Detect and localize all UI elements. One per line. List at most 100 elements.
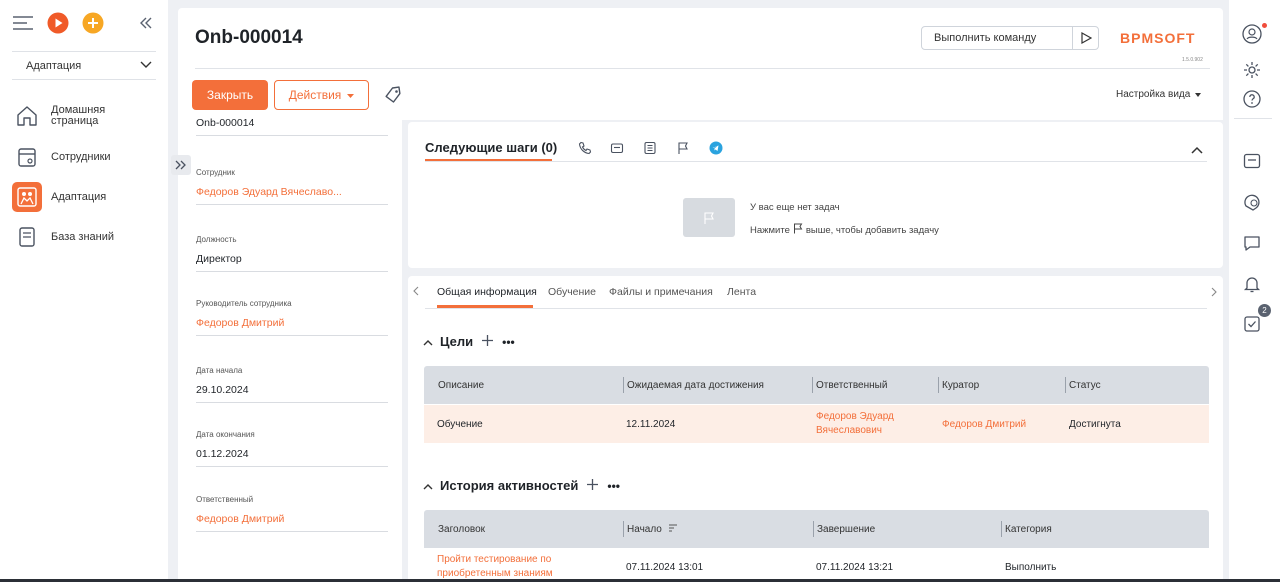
sidebar-item-label: База знаний	[51, 230, 115, 243]
activity-title-link[interactable]: Пройти тестирование по приобретенным зна…	[437, 548, 553, 582]
chat-icon[interactable]	[1242, 192, 1262, 212]
help-icon[interactable]	[1242, 89, 1262, 109]
tab-general-info[interactable]: Общая информация	[437, 286, 537, 298]
table-row[interactable]: Пройти тестирование по приобретенным зна…	[424, 548, 1209, 582]
field-label: Дата начала	[196, 366, 243, 375]
tasks-icon[interactable]	[1242, 314, 1262, 334]
field-value[interactable]: 29.10.2024	[196, 384, 388, 403]
sidebar-item-employees[interactable]: Сотрудники	[12, 140, 162, 174]
sidebar-item-label: Сотрудники	[51, 150, 111, 163]
field-value[interactable]: 01.12.2024	[196, 448, 388, 467]
sidebar-item-knowledge-base[interactable]: База знаний	[12, 220, 162, 254]
expand-panel-icon[interactable]	[171, 155, 191, 175]
tabs-scroll-right-icon[interactable]	[1211, 287, 1217, 300]
field-start-date: Дата начала 29.10.2024	[196, 366, 388, 403]
sort-icon[interactable]	[668, 524, 677, 535]
bell-icon[interactable]	[1242, 274, 1262, 294]
run-command-icon[interactable]	[1072, 27, 1098, 49]
field-value-link[interactable]: Федоров Дмитрий	[196, 317, 388, 336]
column-header[interactable]: Статус	[1065, 377, 1101, 393]
column-header-start[interactable]: Начало	[623, 521, 677, 537]
add-plus-icon[interactable]	[82, 12, 104, 34]
field-manager: Руководитель сотрудника Федоров Дмитрий	[196, 299, 388, 336]
field-label: Должность	[196, 235, 237, 244]
command-placeholder: Выполнить команду	[934, 32, 1037, 44]
goals-grid-header: Описание Ожидаемая дата достижения Ответ…	[424, 366, 1209, 404]
tag-icon[interactable]	[384, 86, 402, 104]
column-header[interactable]: Завершение	[813, 521, 875, 537]
column-header[interactable]: Заголовок	[438, 510, 485, 548]
next-steps-divider	[425, 161, 1207, 162]
sidebar-item-home[interactable]: Домашняя страница	[12, 99, 162, 133]
goal-curator-link[interactable]: Федоров Дмитрий	[942, 405, 1026, 443]
table-row[interactable]: Обучение 12.11.2024 Федоров Эдуард Вячес…	[424, 405, 1209, 443]
field-value-link[interactable]: Федоров Эдуард Вячеславо...	[196, 186, 388, 205]
activity-end: 07.11.2024 13:21	[816, 561, 894, 573]
field-owner: Ответственный Федоров Дмитрий	[196, 495, 388, 532]
caret-down-icon	[347, 88, 355, 102]
close-button[interactable]: Закрыть	[192, 80, 268, 110]
field-position: Должность Директор	[196, 235, 388, 272]
field-value-link[interactable]: Федоров Дмитрий	[196, 513, 388, 532]
actions-button[interactable]: Действия	[274, 80, 369, 110]
field-value[interactable]: Onb-000014	[196, 117, 388, 136]
more-options-icon[interactable]: •••	[502, 335, 515, 349]
workspace-label: Адаптация	[26, 59, 82, 72]
sidebar-item-onboarding[interactable]: Адаптация	[12, 180, 162, 214]
activities-title: История активностей	[440, 478, 579, 493]
comment-icon[interactable]	[1242, 233, 1262, 253]
tab-training[interactable]: Обучение	[548, 286, 596, 298]
page-title: Onb-000014	[195, 27, 303, 48]
goal-responsible-link[interactable]: Федоров Эдуард Вячеславович	[816, 405, 894, 443]
workspace-select[interactable]: Адаптация	[12, 51, 156, 80]
caret-down-icon	[1195, 89, 1202, 100]
email-icon[interactable]	[609, 140, 625, 156]
collapse-sidebar-icon[interactable]	[136, 12, 156, 34]
header-divider	[195, 68, 1210, 69]
hint-text-before: Нажмите	[750, 224, 790, 236]
profile-icon[interactable]	[1242, 24, 1262, 44]
activities-section-header: История активностей •••	[423, 478, 620, 493]
phone-icon[interactable]	[577, 140, 593, 156]
menu-icon[interactable]	[12, 13, 34, 33]
employees-icon	[12, 142, 42, 172]
collapse-section-icon[interactable]	[423, 478, 433, 493]
gear-icon[interactable]	[1242, 60, 1262, 80]
column-header[interactable]: Куратор	[938, 377, 979, 393]
column-header[interactable]: Ожидаемая дата достижения	[623, 377, 764, 393]
sidebar-item-label: Адаптация	[51, 190, 107, 203]
add-icon[interactable]	[482, 334, 494, 349]
column-header-label: Начало	[627, 523, 662, 535]
notes-icon[interactable]	[642, 140, 658, 156]
home-icon	[12, 101, 42, 131]
tab-files-notes[interactable]: Файлы и примечания	[609, 286, 713, 298]
tabs-scroll-left-icon[interactable]	[413, 286, 419, 299]
next-steps-title: Следующие шаги (0)	[425, 140, 558, 155]
collapse-section-icon[interactable]	[423, 334, 433, 349]
goal-description: Обучение	[437, 418, 483, 430]
goal-status: Достигнута	[1069, 418, 1121, 430]
process-play-icon[interactable]	[47, 12, 69, 34]
bpmsoft-logo: BPMSOFT	[1120, 30, 1196, 46]
more-options-icon[interactable]: •••	[607, 479, 620, 493]
field-value[interactable]: Директор	[196, 253, 388, 272]
flag-icon[interactable]	[675, 140, 691, 156]
view-settings-button[interactable]: Настройка вида	[1116, 89, 1202, 100]
empty-tasks-text: У вас еще нет задач	[750, 202, 840, 213]
add-icon[interactable]	[587, 478, 599, 493]
activity-start: 07.11.2024 13:01	[626, 561, 704, 573]
goals-section-header: Цели •••	[423, 334, 515, 349]
column-header[interactable]: Категория	[1001, 521, 1052, 537]
column-header[interactable]: Описание	[438, 366, 484, 404]
tab-feed[interactable]: Лента	[727, 286, 756, 298]
sidebar-item-label: страница	[51, 115, 99, 127]
command-input[interactable]: Выполнить команду	[921, 26, 1099, 50]
chevron-up-icon[interactable]	[1189, 142, 1205, 158]
activity-title-line: Пройти тестирование по	[437, 554, 552, 565]
version-label: 1.5.0.902	[1182, 57, 1203, 63]
telegram-icon[interactable]	[708, 140, 724, 156]
mail-icon[interactable]	[1242, 151, 1262, 171]
column-header[interactable]: Ответственный	[812, 377, 887, 393]
tabs-divider	[425, 308, 1207, 309]
view-settings-label: Настройка вида	[1116, 89, 1191, 100]
